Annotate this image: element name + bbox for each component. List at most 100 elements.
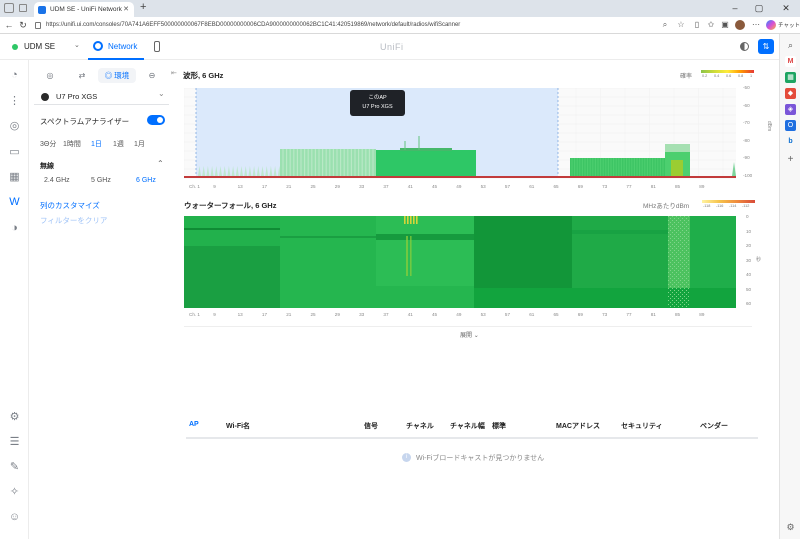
time-range-1[interactable]: 1時間 bbox=[63, 139, 81, 149]
waterfall-noise bbox=[686, 234, 687, 235]
band-2[interactable]: 6 GHz bbox=[136, 177, 156, 184]
time-range-0[interactable]: 3Θ分 bbox=[40, 139, 56, 149]
close-window-button[interactable]: ✕ bbox=[775, 0, 797, 17]
waterfall-noise bbox=[682, 278, 683, 279]
tab-overview[interactable]: ◎ bbox=[34, 68, 66, 83]
split-screen-icon[interactable]: ▯ bbox=[692, 20, 702, 30]
tab-flows[interactable]: ⇄ bbox=[66, 68, 98, 83]
tab-stats[interactable]: ⊖ bbox=[136, 68, 168, 83]
add-sidebar-icon[interactable]: + bbox=[785, 154, 796, 165]
apps-icon[interactable]: ▦ bbox=[8, 171, 21, 184]
theme-toggle-icon[interactable] bbox=[740, 42, 749, 51]
favorite-icon[interactable]: ☆ bbox=[676, 20, 686, 30]
refresh-icon[interactable]: ↻ bbox=[17, 17, 29, 34]
sidebar-settings-icon[interactable]: ⚙ bbox=[785, 522, 796, 533]
tab-close-icon[interactable]: ✕ bbox=[123, 2, 129, 17]
waterfall-noise bbox=[686, 258, 687, 259]
spectrum-toggle[interactable] bbox=[147, 115, 165, 125]
table-column-header[interactable]: MACアドレス bbox=[556, 421, 600, 431]
tools-icon[interactable]: ◈ bbox=[785, 104, 796, 115]
expand-button[interactable]: 展開 ⌄ bbox=[460, 330, 479, 339]
waveform-signal-peak bbox=[400, 148, 452, 151]
devices-icon[interactable]: ◎ bbox=[8, 120, 21, 133]
table-column-header[interactable]: Wi-Fi名 bbox=[226, 421, 250, 431]
collapse-panel-icon[interactable]: ⇤ bbox=[171, 69, 177, 77]
zoom-icon[interactable]: ⌕ bbox=[660, 20, 670, 30]
waterfall-legend-bar bbox=[702, 200, 755, 203]
copilot-label[interactable]: チャット bbox=[778, 21, 800, 29]
waterfall-noise bbox=[670, 222, 671, 223]
customize-columns-link[interactable]: 列のカスタマイズ bbox=[40, 200, 100, 211]
table-column-header[interactable]: ベンダー bbox=[700, 421, 728, 431]
settings-icon[interactable]: ⚙ bbox=[8, 411, 21, 424]
waveform-signal-bar bbox=[609, 158, 611, 177]
protect-app-icon[interactable] bbox=[154, 41, 160, 52]
device-icon bbox=[41, 93, 49, 101]
waveform-signal-bar bbox=[655, 158, 658, 177]
outlook-icon[interactable]: O bbox=[785, 120, 796, 131]
logs-icon[interactable]: ☰ bbox=[8, 436, 21, 449]
new-tab-button[interactable]: + bbox=[140, 1, 146, 13]
waterfall-noise bbox=[668, 300, 669, 301]
table-column-header[interactable]: 標準 bbox=[492, 421, 506, 431]
waterfall-noise bbox=[688, 228, 689, 229]
copilot-icon[interactable] bbox=[766, 20, 776, 30]
waterfall-noise bbox=[682, 298, 683, 299]
integrations-icon[interactable]: ✎ bbox=[8, 461, 21, 474]
topology-icon[interactable]: ⋮ bbox=[8, 95, 21, 108]
table-column-header[interactable]: チャネル幅 bbox=[450, 421, 485, 431]
profile-avatar[interactable] bbox=[735, 20, 745, 30]
collections-icon[interactable]: ▣ bbox=[720, 20, 730, 30]
waterfall-noise bbox=[682, 290, 683, 291]
maximize-button[interactable]: ▢ bbox=[748, 0, 770, 17]
more-icon[interactable]: ⋯ bbox=[751, 20, 761, 30]
favorites-list-icon[interactable]: ✩ bbox=[706, 20, 716, 30]
waterfall-noise bbox=[682, 238, 683, 239]
time-range-3[interactable]: 1週 bbox=[113, 139, 124, 149]
this-ap-tooltip: このAP U7 Pro XGS bbox=[350, 90, 405, 116]
chevron-up-icon[interactable]: ⌃ bbox=[157, 159, 164, 168]
chevron-down-icon[interactable]: ⌄ bbox=[74, 41, 80, 49]
sheets-icon[interactable]: ▦ bbox=[785, 72, 796, 83]
band-1[interactable]: 5 GHz bbox=[91, 177, 111, 184]
time-range-2[interactable]: 1日 bbox=[91, 139, 102, 149]
time-range-4[interactable]: 1月 bbox=[134, 139, 145, 149]
waterfall-legend-label: MHzあたりdBm bbox=[643, 203, 690, 210]
alerts-icon[interactable]: ✧ bbox=[8, 486, 21, 499]
waveform-signal-bar bbox=[627, 158, 629, 177]
network-app-icon[interactable] bbox=[93, 41, 103, 51]
update-badge-icon[interactable]: ⇅ bbox=[758, 39, 774, 54]
sidebar-search-icon[interactable]: ⌕ bbox=[785, 40, 796, 51]
dashboard-icon[interactable]: ◔ bbox=[8, 69, 21, 82]
table-column-header[interactable]: チャネル bbox=[406, 421, 434, 431]
admins-icon[interactable]: ☺ bbox=[8, 511, 21, 524]
waterfall-x-tick: 89 bbox=[699, 312, 705, 317]
clear-filter-link[interactable]: フィルターをクリア bbox=[40, 215, 107, 226]
minimize-button[interactable]: – bbox=[724, 0, 746, 17]
gmail-icon[interactable]: M bbox=[785, 56, 796, 67]
waterfall-y-tick: 0 bbox=[746, 214, 749, 219]
browser-tab[interactable]: UDM SE - UniFi Network ✕ bbox=[34, 2, 134, 17]
network-app-label[interactable]: Network bbox=[108, 42, 137, 51]
browser-menu-icon[interactable] bbox=[4, 3, 14, 13]
waterfall-noise bbox=[672, 252, 673, 253]
insights-icon[interactable]: ◑ bbox=[8, 222, 21, 235]
site-selector[interactable]: UDM SE bbox=[24, 42, 55, 51]
shopping-icon[interactable]: ◆ bbox=[785, 88, 796, 99]
bing-icon[interactable]: b bbox=[785, 136, 796, 147]
url-field[interactable]: https://unifi.ui.com/consoles/70A741A6EF… bbox=[46, 20, 646, 31]
table-tab-ap[interactable]: AP bbox=[189, 421, 199, 428]
back-icon[interactable]: ← bbox=[3, 17, 15, 34]
tab-environment[interactable]: ◎ 環境 bbox=[98, 68, 136, 83]
device-selector[interactable]: U7 Pro XGS ⌄ bbox=[34, 89, 169, 105]
waterfall-noise bbox=[684, 276, 685, 277]
table-column-header[interactable]: セキュリティ bbox=[621, 421, 663, 431]
clients-icon[interactable]: ▭ bbox=[8, 146, 21, 159]
tab-actions-icon[interactable] bbox=[19, 4, 27, 12]
waveform-y-tick: -90 bbox=[743, 155, 750, 161]
waveform-signal-bar bbox=[637, 158, 639, 177]
waterfall-noise bbox=[680, 244, 681, 245]
table-column-header[interactable]: 信号 bbox=[364, 421, 378, 431]
radios-icon[interactable]: W bbox=[8, 196, 21, 209]
band-0[interactable]: 2.4 GHz bbox=[44, 177, 70, 184]
